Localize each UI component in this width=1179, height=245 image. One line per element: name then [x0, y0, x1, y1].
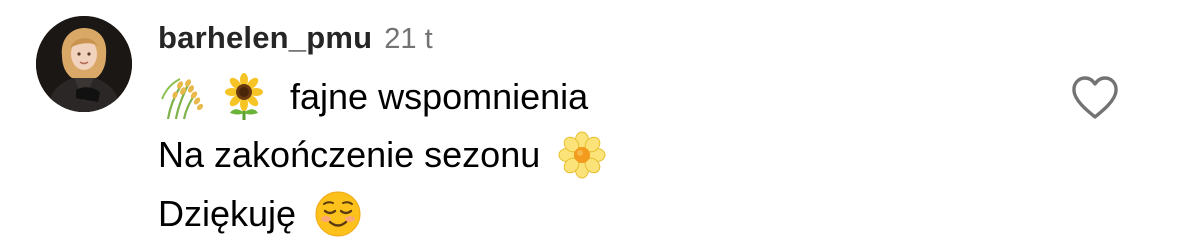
comment-line-3: Dziękuję: [158, 189, 362, 239]
heart-outline-icon: [1072, 76, 1118, 119]
avatar[interactable]: [36, 16, 132, 112]
comment-text-1: fajne wspomnienia: [290, 76, 589, 117]
comment-text-3: Dziękuję: [158, 193, 297, 234]
comment-meta: barhelen_pmu 21 t: [158, 20, 433, 60]
like-button[interactable]: [1070, 74, 1120, 122]
username[interactable]: barhelen_pmu: [158, 20, 372, 56]
comment-text-2: Na zakończenie sezonu: [158, 134, 541, 175]
comment-line-2: Na zakończenie sezonu: [158, 130, 606, 180]
timestamp: 21 t: [384, 23, 433, 55]
profile-photo-icon: [36, 16, 132, 112]
comment-line-1: fajne wspomnienia: [158, 72, 588, 122]
blossom-emoji-icon: [558, 131, 606, 179]
smiling-face-emoji-icon: [314, 190, 362, 238]
sunflower-emoji-icon: [220, 73, 268, 121]
rice-sheaf-emoji-icon: [158, 73, 206, 121]
comment-item: barhelen_pmu 21 t fajne wspomnienia Na z…: [0, 0, 1179, 245]
